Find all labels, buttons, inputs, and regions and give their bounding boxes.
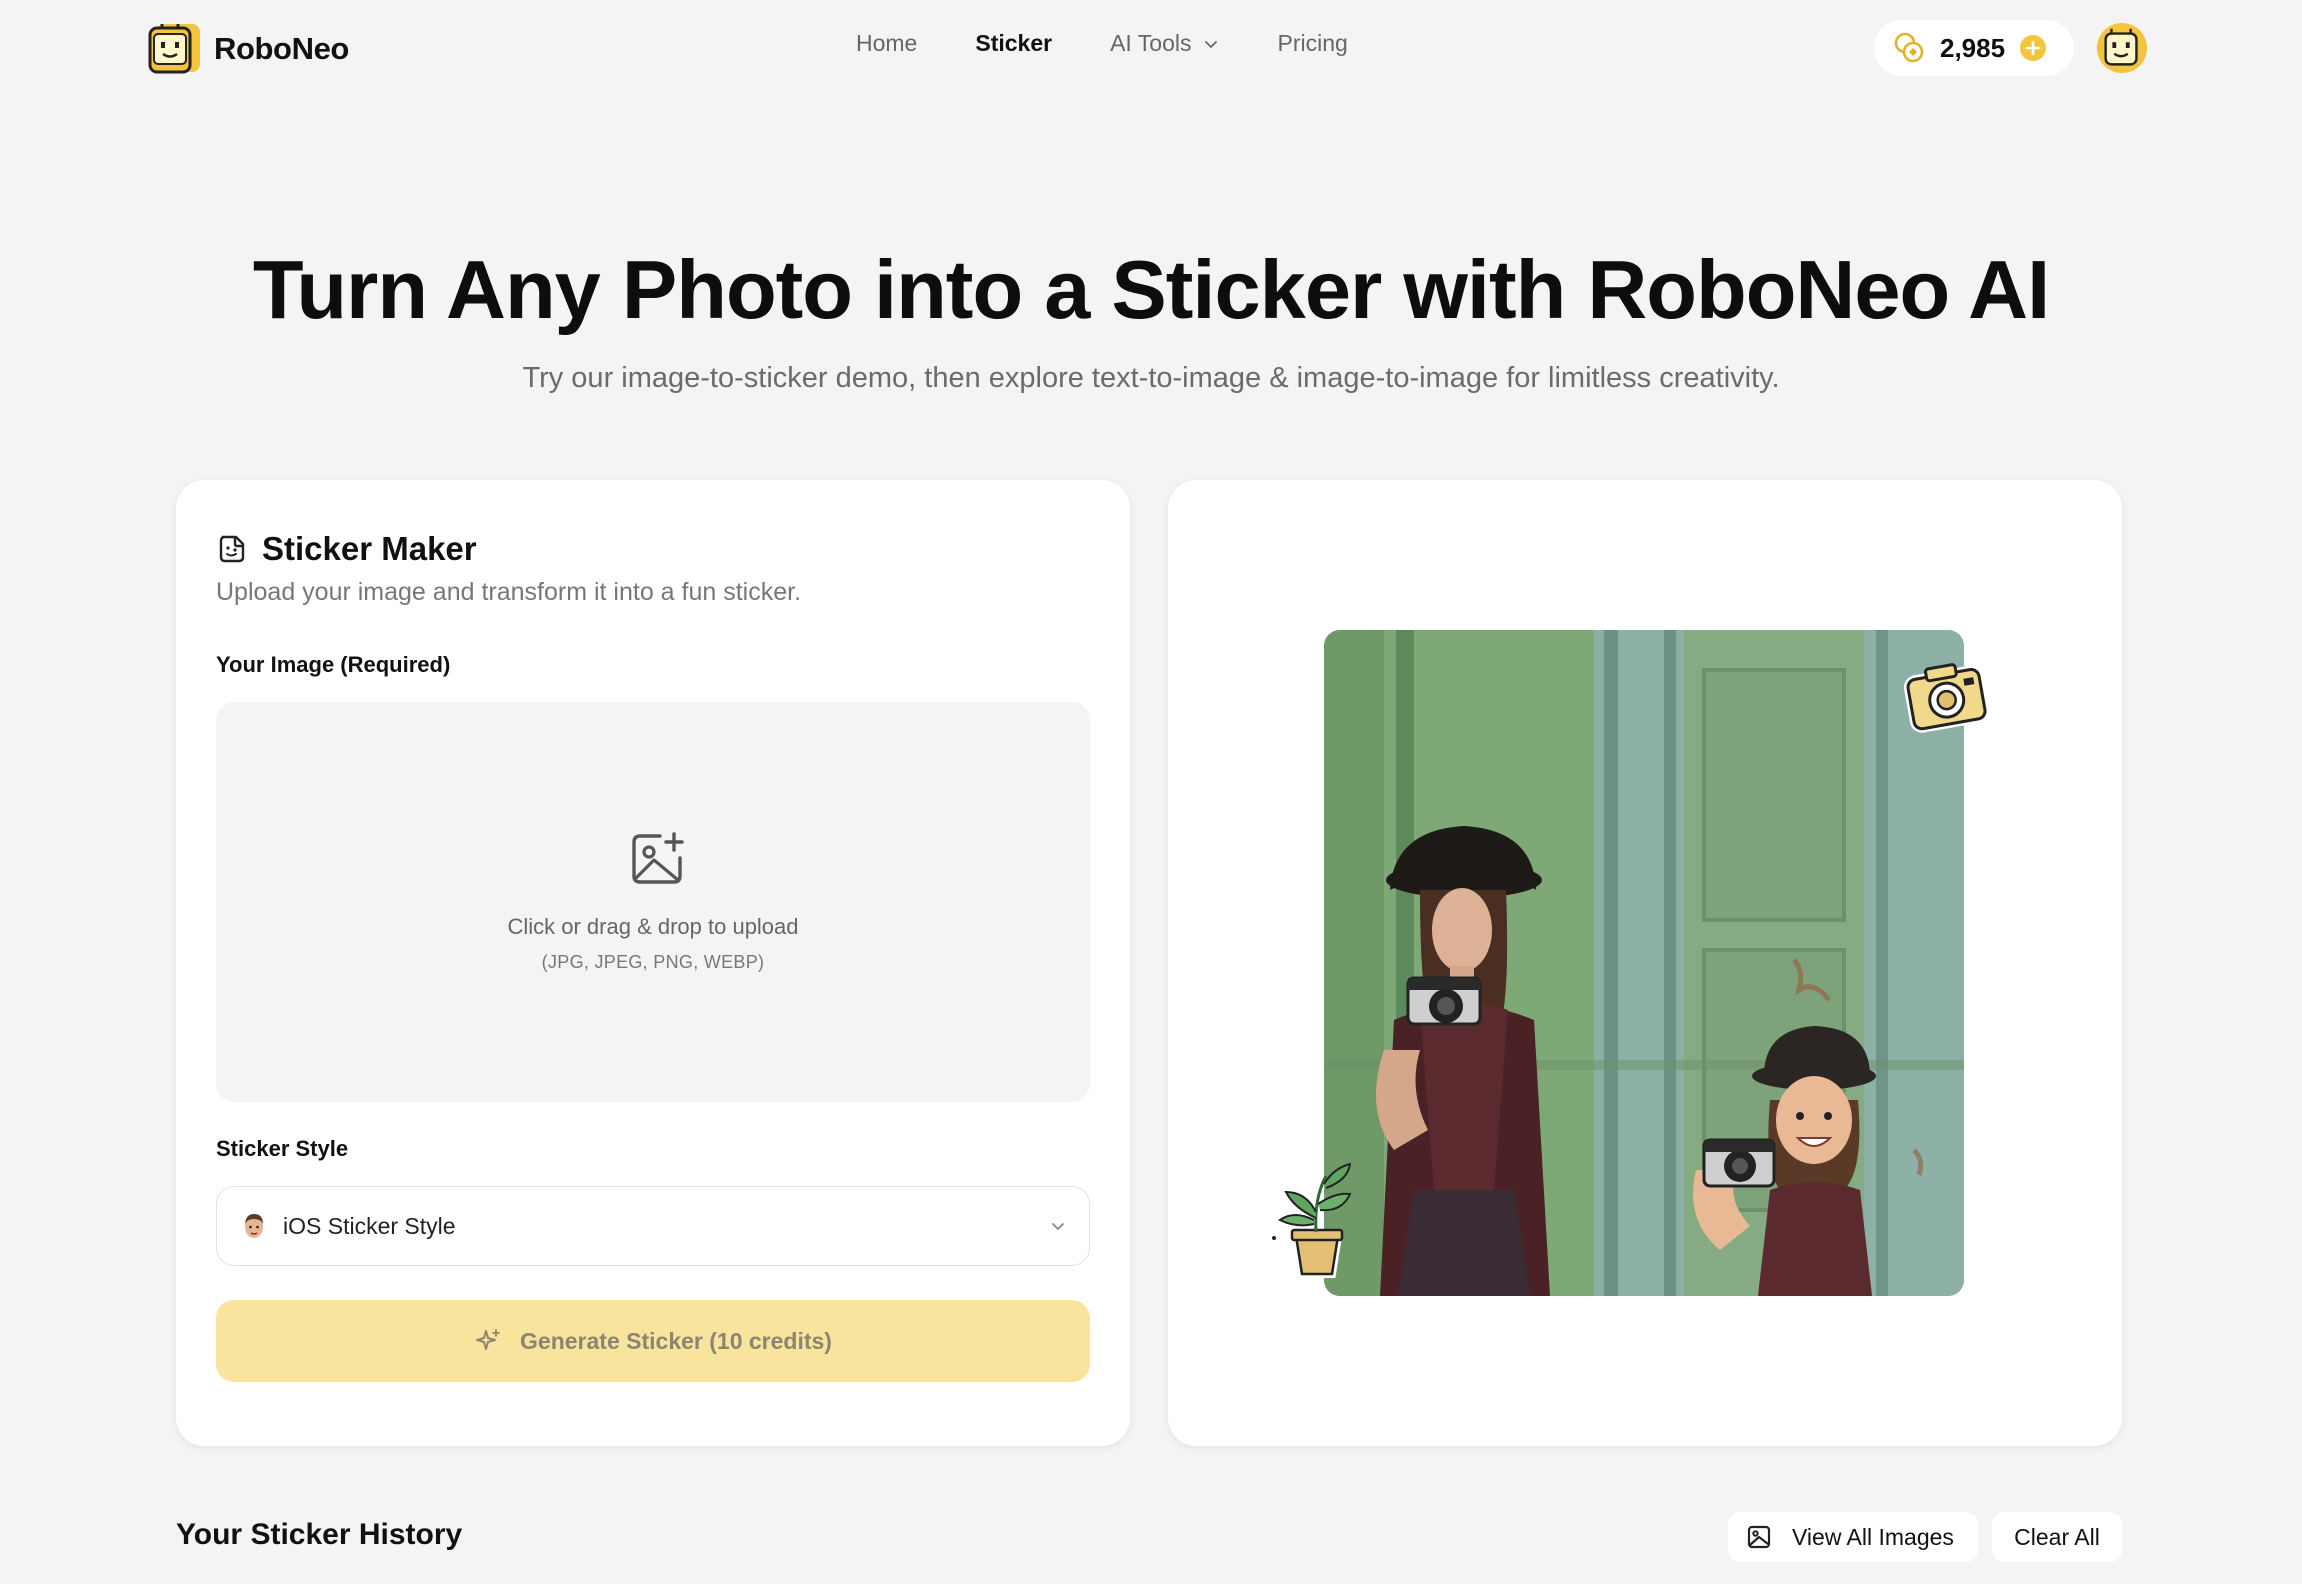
chevron-down-icon — [1052, 1223, 1064, 1230]
card-description: Upload your image and transform it into … — [216, 578, 802, 606]
plus-circle-icon[interactable] — [2019, 34, 2047, 62]
chevron-down-icon — [1205, 40, 1218, 48]
nav-ai-tools[interactable]: AI Tools — [1110, 30, 1219, 57]
generate-sticker-button[interactable]: Generate Sticker (10 credits) — [216, 1300, 1090, 1382]
top-header: RoboNeo Home Sticker AI Tools Pricing 2,… — [0, 0, 2302, 96]
main-nav: Home Sticker AI Tools Pricing — [856, 30, 1406, 57]
user-avatar-icon[interactable] — [2096, 22, 2148, 74]
hero-subtitle: Try our image-to-sticker demo, then expl… — [522, 362, 1780, 394]
page: RoboNeo Home Sticker AI Tools Pricing 2,… — [0, 0, 2302, 1584]
card-title: Sticker Maker — [262, 530, 477, 567]
history-title: Your Sticker History — [176, 1518, 463, 1551]
nav-home[interactable]: Home — [856, 30, 917, 57]
upload-formats: (JPG, JPEG, PNG, WEBP) — [541, 952, 765, 972]
hero-title: Turn Any Photo into a Sticker with RoboN… — [252, 243, 2050, 336]
sticker-maker-card: Sticker Maker Upload your image and tran… — [176, 480, 1130, 1446]
nav-pricing[interactable]: Pricing — [1277, 30, 1347, 57]
clear-all-label: Clear All — [2014, 1523, 2100, 1550]
generate-sticker-label: Generate Sticker (10 credits) — [520, 1327, 832, 1354]
sticker-style-select[interactable]: iOS Sticker Style — [216, 1186, 1090, 1266]
credits-count: 2,985 — [1940, 32, 2006, 63]
image-field-label: Your Image (Required) — [216, 652, 451, 677]
plant-sticker-icon — [1272, 1162, 1352, 1278]
example-photo — [1324, 630, 1964, 1296]
image-upload-dropzone[interactable]: Click or drag & drop to upload (JPG, JPE… — [216, 702, 1090, 1102]
memoji-avatar-icon — [245, 1214, 263, 1238]
robot-face-logo-icon — [148, 24, 200, 74]
credits-balance[interactable]: 2,985 — [1874, 20, 2074, 76]
style-field-label: Sticker Style — [216, 1136, 349, 1161]
upload-instructions: Click or drag & drop to upload — [507, 914, 799, 939]
sticker-icon — [219, 535, 245, 563]
brand-name: RoboNeo — [214, 31, 349, 66]
sparkles-icon — [476, 1329, 500, 1350]
view-all-images-button[interactable]: View All Images — [1728, 1512, 1978, 1562]
card-header: Sticker Maker — [216, 530, 477, 568]
coins-icon — [1894, 32, 1924, 63]
image-icon — [1747, 1525, 1771, 1549]
brand-link[interactable]: RoboNeo — [148, 22, 349, 76]
nav-sticker[interactable]: Sticker — [975, 30, 1052, 57]
camera-sticker-icon — [1904, 663, 1990, 733]
sticker-preview-card — [1168, 480, 2122, 1446]
example-preview-image — [1324, 630, 1964, 1296]
nav-ai-tools-label: AI Tools — [1110, 30, 1192, 56]
selected-style: iOS Sticker Style — [283, 1212, 456, 1239]
view-all-images-label: View All Images — [1792, 1523, 1954, 1550]
clear-all-button[interactable]: Clear All — [1992, 1512, 2122, 1562]
image-plus-icon — [632, 832, 684, 884]
